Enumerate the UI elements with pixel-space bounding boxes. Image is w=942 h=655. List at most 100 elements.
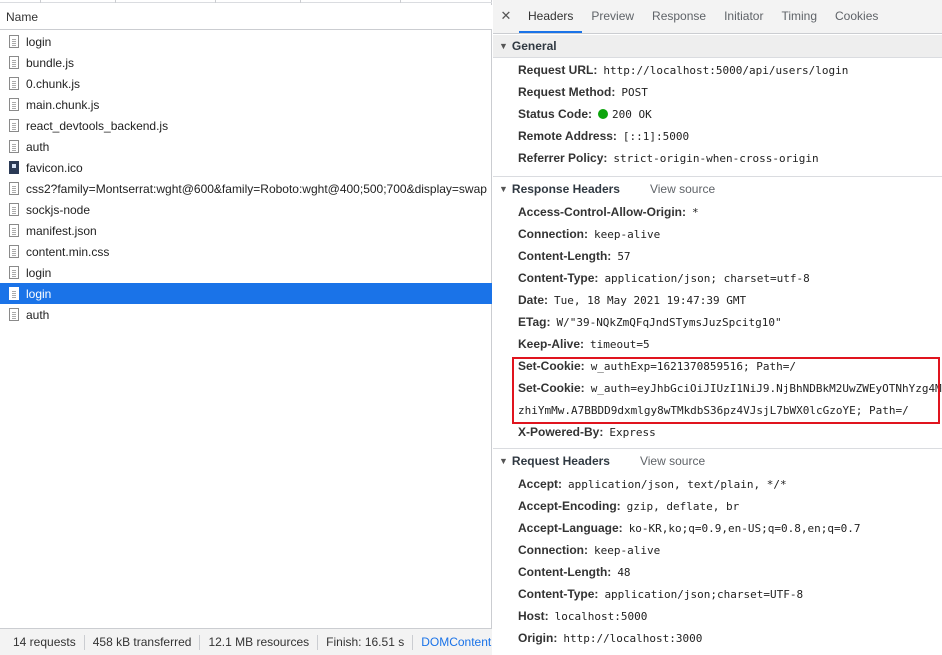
response-headers-section: ▼ Response Headers View source Access-Co… — [493, 176, 942, 443]
request-row[interactable]: react_devtools_backend.js — [0, 115, 492, 136]
response-view-source-link[interactable]: View source — [650, 182, 715, 196]
request-details-pane: ✕ Headers Preview Response Initiator Timing C… — [493, 0, 942, 655]
header-value: http://localhost:5000/api/users/login — [603, 63, 849, 77]
request-name: content.min.css — [26, 244, 110, 259]
transferred-size: 458 kB transferred — [85, 634, 201, 650]
close-icon[interactable]: ✕ — [493, 0, 519, 33]
script-file-icon — [9, 119, 19, 132]
request-view-source-link[interactable]: View source — [640, 454, 705, 468]
request-row[interactable]: login — [0, 31, 492, 52]
header-row: Keep-Alive: timeout=5 — [493, 333, 942, 355]
request-headers-header[interactable]: ▼ Request Headers View source — [493, 449, 942, 472]
request-row[interactable]: auth — [0, 304, 492, 325]
stylesheet-file-icon — [9, 245, 19, 258]
header-value: keep-alive — [594, 227, 661, 241]
request-name: favicon.ico — [26, 160, 83, 175]
header-row: zhiYmMw.A7BBDD9dxmlgy8wTMkdbS36pz4VJsjL7… — [493, 399, 942, 421]
tab-timing[interactable]: Timing — [772, 0, 826, 33]
request-row[interactable]: login — [0, 283, 492, 304]
response-headers-header[interactable]: ▼ Response Headers View source — [493, 177, 942, 200]
request-name: 0.chunk.js — [26, 76, 81, 91]
header-row: Accept-Encoding: gzip, deflate, br — [493, 495, 942, 517]
image-file-icon — [9, 161, 19, 174]
header-row: Origin: http://localhost:3000 — [493, 627, 942, 649]
request-row[interactable]: bundle.js — [0, 52, 492, 73]
network-summary-bar: 14 requests 458 kB transferred 12.1 MB r… — [0, 628, 492, 655]
request-headers-title: Request Headers — [511, 453, 610, 468]
header-row: Content-Type: application/json; charset=u… — [493, 267, 942, 289]
request-row[interactable]: login — [0, 262, 492, 283]
header-name: Content-Length: — [518, 249, 612, 263]
request-row[interactable]: favicon.ico — [0, 157, 492, 178]
request-row[interactable]: css2?family=Montserrat:wght@600&family=R… — [0, 178, 492, 199]
header-row: Status Code: 200 OK — [493, 103, 942, 125]
header-name: Accept-Language: — [518, 521, 623, 535]
triangle-down-icon: ▼ — [499, 455, 508, 466]
header-name: Referrer Policy: — [518, 151, 608, 165]
request-row[interactable]: content.min.css — [0, 241, 492, 262]
request-row[interactable]: manifest.json — [0, 220, 492, 241]
header-row: Set-Cookie: w_authExp=1621370859516; Path… — [493, 355, 942, 377]
tab-initiator[interactable]: Initiator — [715, 0, 772, 33]
request-row[interactable]: main.chunk.js — [0, 94, 492, 115]
domcontentloaded-time[interactable]: DOMContentLoaded — [413, 635, 492, 650]
header-row: Accept-Language: ko-KR,ko;q=0.9,en-US;q=0… — [493, 517, 942, 539]
header-value: W/"39-NQkZmQFqJndSTymsJuzSpcitg10" — [556, 315, 782, 329]
header-value: strict-origin-when-cross-origin — [613, 151, 819, 165]
document-icon — [9, 266, 19, 279]
header-value: 48 — [617, 565, 631, 579]
status-ok-icon — [598, 109, 609, 119]
header-name: ETag: — [518, 315, 551, 329]
tab-headers[interactable]: Headers — [519, 0, 583, 33]
name-column-header[interactable]: Name — [0, 5, 492, 30]
general-section-header[interactable]: ▼ General — [493, 35, 942, 58]
tab-preview[interactable]: Preview — [582, 0, 643, 33]
header-value: gzip, deflate, br — [626, 499, 740, 513]
tab-cookies[interactable]: Cookies — [826, 0, 887, 33]
header-name: Content-Type: — [518, 271, 599, 285]
header-value: keep-alive — [594, 543, 661, 557]
request-row[interactable]: auth — [0, 136, 492, 157]
resources-size: 12.1 MB resources — [200, 634, 319, 650]
header-value: 200 OK — [612, 107, 652, 121]
document-icon — [9, 287, 19, 300]
header-row: Access-Control-Allow-Origin: * — [493, 201, 942, 223]
header-value: Tue, 18 May 2021 19:47:39 GMT — [554, 293, 747, 307]
request-name: react_devtools_backend.js — [26, 118, 169, 133]
request-name: manifest.json — [26, 223, 97, 238]
header-name: Access-Control-Allow-Origin: — [518, 205, 687, 219]
request-row[interactable]: 0.chunk.js — [0, 73, 492, 94]
header-value: POST — [621, 85, 648, 99]
header-name: Set-Cookie: — [518, 359, 585, 373]
request-name: main.chunk.js — [26, 97, 100, 112]
script-file-icon — [9, 56, 19, 69]
response-headers-title: Response Headers — [511, 181, 620, 196]
header-row: Referrer Policy: strict-origin-when-cross… — [493, 147, 942, 169]
finish-time: Finish: 16.51 s — [318, 634, 414, 650]
script-file-icon — [9, 77, 19, 90]
header-row: Set-Cookie: w_auth=eyJhbGciOiJIUzI1NiJ9.N… — [493, 377, 942, 399]
header-value: w_authExp=1621370859516; Path=/ — [590, 359, 796, 373]
header-value: http://localhost:3000 — [563, 631, 703, 645]
request-name: auth — [26, 139, 50, 154]
header-name: Content-Type: — [518, 587, 599, 601]
request-row[interactable]: sockjs-node — [0, 199, 492, 220]
header-row: Content-Length: 48 — [493, 561, 942, 583]
header-value: * — [692, 205, 699, 219]
request-name: css2?family=Montserrat:wght@600&family=R… — [26, 181, 487, 196]
header-value: Express — [609, 425, 656, 439]
header-row: Content-Length: 57 — [493, 245, 942, 267]
tab-response[interactable]: Response — [643, 0, 715, 33]
name-column-label: Name — [6, 10, 39, 24]
header-value: localhost:5000 — [554, 609, 648, 623]
header-name: X-Powered-By: — [518, 425, 604, 439]
header-row: ETag: W/"39-NQkZmQFqJndSTymsJuzSpcitg10" — [493, 311, 942, 333]
header-name: Keep-Alive: — [518, 337, 585, 351]
header-row: Remote Address: [::1]:5000 — [493, 125, 942, 147]
triangle-down-icon: ▼ — [499, 41, 508, 51]
script-file-icon — [9, 224, 19, 237]
script-file-icon — [9, 98, 19, 111]
request-name: auth — [26, 307, 50, 322]
stylesheet-file-icon — [9, 182, 19, 195]
request-list-pane: Name login bundle.js 0.chunk.js main.chunk.… — [0, 0, 492, 655]
